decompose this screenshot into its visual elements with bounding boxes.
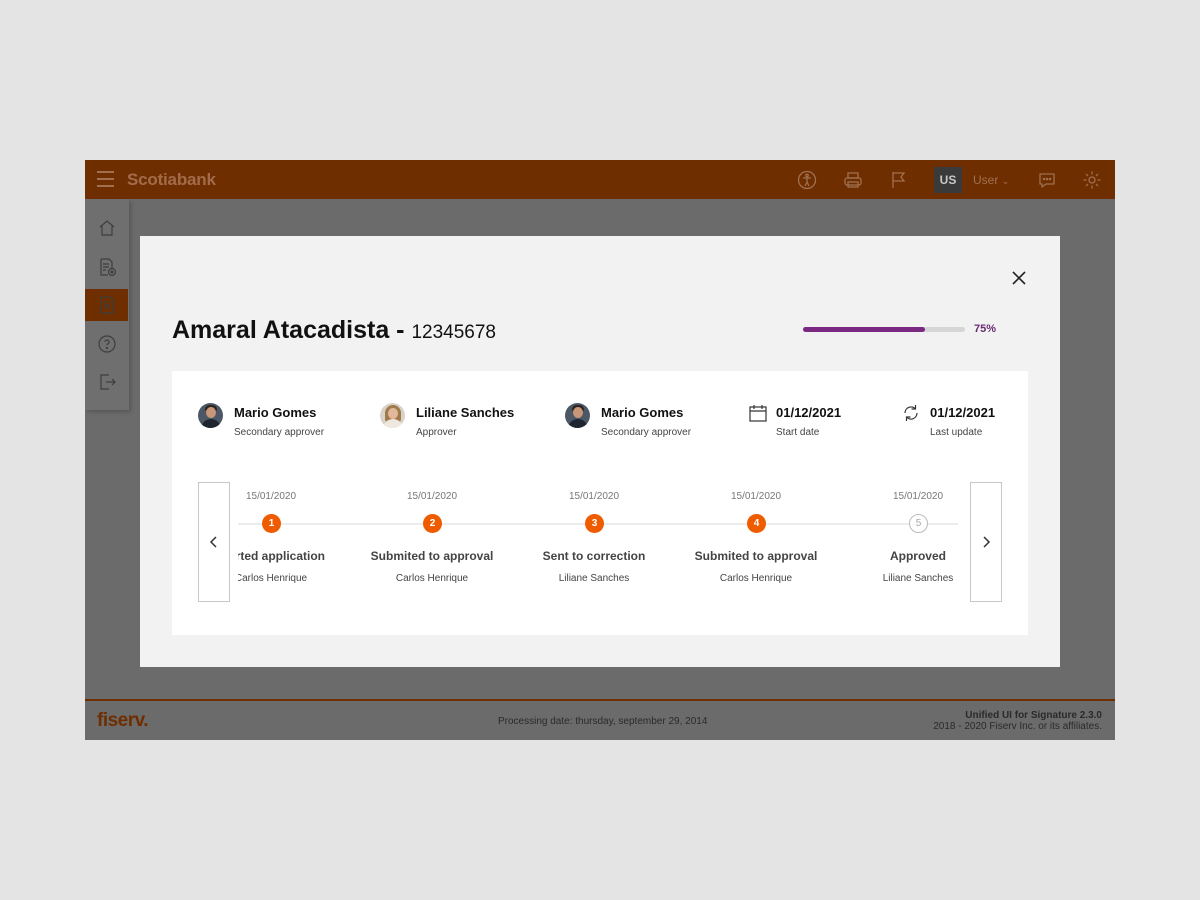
last-update-value: 01/12/2021 (930, 405, 996, 420)
accessibility-icon[interactable] (796, 169, 818, 191)
step-label: Approved (889, 549, 946, 563)
step-date: 15/01/2020 (892, 491, 944, 502)
workflow-card: Mario Gomes Secondary approver Liliane S… (172, 371, 1028, 635)
refresh-icon (904, 405, 918, 421)
footer: fiserv. Processing date: thursday, septe… (85, 699, 1115, 740)
chevron-down-icon: ⌄ (1001, 176, 1010, 186)
step-person: Carlos Henrique (238, 573, 308, 584)
sidebar-item-home[interactable] (85, 212, 128, 244)
step-number: 4 (747, 514, 766, 533)
step-label: Submited to approval (694, 549, 818, 563)
start-date-value: 01/12/2021 (776, 405, 842, 420)
hamburger-menu-icon[interactable] (97, 171, 114, 187)
timeline-next-button[interactable] (970, 482, 1002, 602)
last-update-label: Last update (930, 427, 983, 438)
step-person: Liliane Sanches (558, 573, 630, 584)
page-title: Amaral Atacadista - 12345678 (172, 316, 496, 345)
step-number: 3 (585, 514, 604, 533)
timeline-prev-button[interactable] (198, 482, 230, 602)
user-menu-label: User (973, 173, 999, 187)
progress-bar-fill (803, 327, 925, 332)
step-date: 15/01/2020 (245, 491, 297, 502)
approver-name: Mario Gomes (234, 405, 317, 420)
sidebar-item-documents[interactable] (85, 289, 128, 321)
processing-date: Processing date: thursday, september 29,… (498, 716, 708, 727)
footer-legal: Unified UI for Signature 2.3.0 2018 - 20… (933, 710, 1102, 732)
document-add-icon (99, 258, 116, 277)
company-name: Amaral Atacadista - (172, 316, 405, 344)
avatar (565, 403, 590, 428)
sidebar-item-logout[interactable] (85, 366, 128, 398)
avatar (380, 403, 405, 428)
document-icon (99, 296, 114, 314)
approver-role: Approver (416, 427, 457, 438)
left-sidebar (85, 199, 129, 410)
fiserv-logo: fiserv. (97, 710, 149, 731)
gear-icon[interactable] (1081, 169, 1103, 191)
user-menu-dropdown[interactable]: User ⌄ (973, 173, 1009, 187)
step-date: 15/01/2020 (406, 491, 458, 502)
step-label: Submited to approval (370, 549, 494, 563)
home-icon (99, 220, 114, 236)
user-avatar-badge[interactable]: US (934, 167, 962, 193)
details-modal: Amaral Atacadista - 12345678 75% Mario G… (140, 236, 1060, 667)
flag-icon[interactable] (888, 169, 910, 191)
timeline: 15/01/2020 1 Started application Carlos … (238, 482, 958, 602)
step-number: 2 (423, 514, 442, 533)
approver-name: Liliane Sanches (416, 405, 515, 420)
step-number: 1 (262, 514, 281, 533)
logout-icon (99, 374, 116, 390)
brand-logo: Scotiabank (127, 170, 216, 189)
account-number: 12345678 (411, 322, 496, 343)
help-icon (97, 335, 116, 353)
progress-bar (803, 327, 965, 332)
step-person: Carlos Henrique (719, 573, 793, 584)
step-label: Sent to correction (542, 549, 646, 563)
step-number: 5 (909, 514, 928, 533)
print-icon[interactable] (842, 169, 864, 191)
close-icon[interactable] (1009, 268, 1029, 288)
step-person: Liliane Sanches (882, 573, 954, 584)
approver-role: Secondary approver (601, 427, 692, 438)
calendar-icon (749, 405, 767, 422)
start-date-label: Start date (776, 427, 820, 438)
progress-percent: 75% (974, 323, 997, 335)
copyright-text: 2018 - 2020 Fiserv Inc. or its affiliate… (933, 721, 1102, 732)
sidebar-item-help[interactable] (85, 328, 128, 360)
approver-role: Secondary approver (234, 427, 325, 438)
chat-icon[interactable] (1036, 169, 1058, 191)
version-text: Unified UI for Signature 2.3.0 (965, 710, 1102, 721)
avatar (198, 403, 223, 428)
step-person: Carlos Henrique (395, 573, 469, 584)
chevron-right-icon (983, 536, 991, 548)
approver-name: Mario Gomes (601, 405, 684, 420)
chevron-left-icon (209, 536, 217, 548)
step-date: 15/01/2020 (730, 491, 782, 502)
top-bar: Scotiabank US User ⌄ (85, 160, 1115, 199)
step-date: 15/01/2020 (568, 491, 620, 502)
sidebar-item-new-document[interactable] (85, 251, 128, 283)
